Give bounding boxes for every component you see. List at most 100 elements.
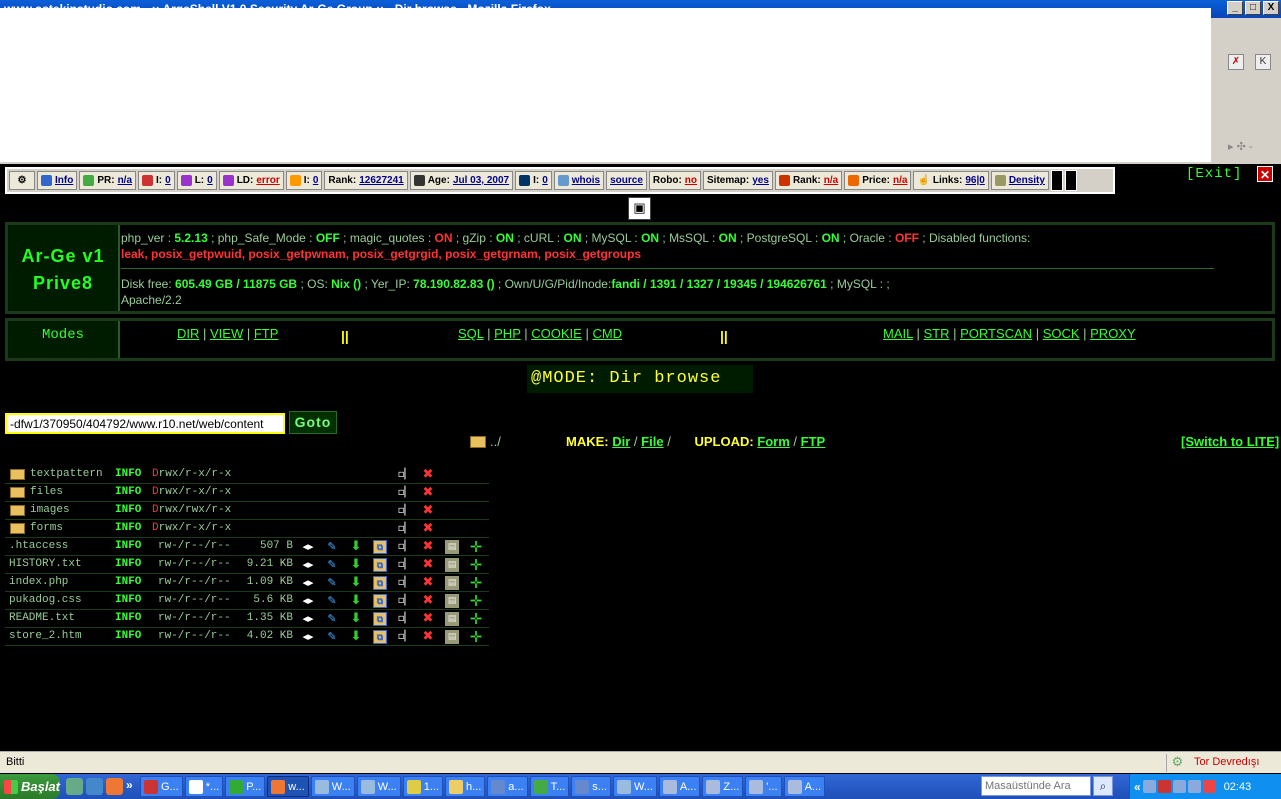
exit-link[interactable]: [Exit]: [1186, 166, 1242, 182]
seo-price[interactable]: Price: n/a: [844, 171, 912, 190]
download-arrow-icon[interactable]: ⬇: [349, 540, 363, 554]
info-link[interactable]: INFO: [115, 486, 141, 498]
minimize-button[interactable]: _: [1227, 1, 1243, 15]
delete-icon[interactable]: ✖: [421, 558, 435, 572]
search-icon[interactable]: ⌕: [1093, 776, 1113, 796]
taskbar-item[interactable]: G...: [140, 776, 183, 797]
file-row[interactable]: index.php INFO rw-/r--/r-- 1.09 KB ◂▸ ✎ …: [5, 574, 489, 592]
quicklaunch-icon[interactable]: [66, 778, 83, 795]
mode-cmd-link[interactable]: CMD: [592, 326, 622, 341]
density-link[interactable]: Density: [1009, 175, 1045, 186]
mode-cookie-link[interactable]: COOKIE: [531, 326, 582, 341]
tor-status[interactable]: Tor Devredışı: [1194, 756, 1259, 768]
upload-form-link[interactable]: Form: [757, 434, 790, 449]
taskbar-item[interactable]: W...: [310, 776, 355, 797]
select-checkbox-icon[interactable]: ▫▏: [397, 558, 413, 572]
view-eye-icon[interactable]: ◂▸: [301, 612, 315, 626]
path-input[interactable]: [5, 413, 285, 434]
view-eye-icon[interactable]: ◂▸: [301, 630, 315, 644]
i3-value[interactable]: 0: [542, 175, 548, 186]
copy-icon[interactable]: ⧉: [373, 612, 387, 626]
file-row[interactable]: README.txt INFO rw-/r--/r-- 1.35 KB ◂▸ ✎…: [5, 610, 489, 628]
quicklaunch-more-icon[interactable]: »: [126, 778, 134, 795]
delete-icon[interactable]: ✖: [421, 630, 435, 644]
move-icon[interactable]: ✛: [469, 630, 483, 645]
clipboard-icon[interactable]: ▤: [445, 594, 459, 608]
clipboard-icon[interactable]: ▤: [445, 612, 459, 626]
desktop-search-input[interactable]: [981, 776, 1091, 796]
select-checkbox-icon[interactable]: ▫▏: [397, 468, 413, 482]
move-icon[interactable]: ✛: [469, 612, 483, 627]
seo-age[interactable]: Age: Jul 03, 2007: [409, 171, 514, 190]
seo-info[interactable]: Info: [37, 171, 78, 190]
seo-i3[interactable]: I: 0: [515, 171, 552, 190]
download-arrow-icon[interactable]: ⬇: [349, 630, 363, 644]
dir-name[interactable]: files: [30, 486, 63, 498]
i2-value[interactable]: 0: [313, 175, 319, 186]
file-name[interactable]: store_2.htm: [9, 630, 82, 642]
mode-str-link[interactable]: STR: [923, 326, 949, 341]
taskbar-item[interactable]: P...: [225, 776, 266, 797]
seo-source[interactable]: source: [606, 171, 647, 190]
quicklaunch-ie-icon[interactable]: [86, 778, 103, 795]
info-link[interactable]: INFO: [115, 576, 141, 588]
addon-icon[interactable]: ✗: [1228, 54, 1244, 70]
download-arrow-icon[interactable]: ⬇: [349, 594, 363, 608]
taskbar-item[interactable]: W...: [612, 776, 657, 797]
taskbar-item[interactable]: *...: [184, 776, 224, 797]
seo-robo[interactable]: Robo: no: [648, 171, 702, 190]
taskbar-item[interactable]: a...: [487, 776, 528, 797]
copy-icon[interactable]: ⧉: [373, 558, 387, 572]
whois-link[interactable]: whois: [572, 175, 600, 186]
file-name[interactable]: README.txt: [9, 612, 75, 624]
security-icon[interactable]: [1202, 780, 1216, 793]
select-checkbox-icon[interactable]: ▫▏: [397, 486, 413, 500]
mode-portscan-link[interactable]: PORTSCAN: [960, 326, 1032, 341]
copy-icon[interactable]: ⧉: [373, 540, 387, 554]
l-value[interactable]: 0: [207, 175, 213, 186]
rank-value[interactable]: 12627241: [359, 175, 404, 186]
rank2-value[interactable]: n/a: [824, 175, 838, 186]
delete-icon[interactable]: ✖: [421, 540, 435, 554]
tray-app-icon[interactable]: [1157, 780, 1171, 793]
edit-pencil-icon[interactable]: ✎: [325, 576, 339, 590]
copy-icon[interactable]: ⧉: [373, 594, 387, 608]
clipboard-icon[interactable]: ▤: [445, 576, 459, 590]
ld-value[interactable]: error: [256, 175, 279, 186]
delete-icon[interactable]: ✖: [421, 576, 435, 590]
seo-sitemap[interactable]: Sitemap: yes: [703, 171, 773, 190]
taskbar-item[interactable]: s...: [571, 776, 611, 797]
seo-whois[interactable]: whois: [553, 171, 605, 190]
tray-expand-icon[interactable]: «: [1134, 780, 1141, 794]
edit-pencil-icon[interactable]: ✎: [325, 558, 339, 572]
make-file-link[interactable]: File: [641, 434, 663, 449]
mode-dir-link[interactable]: DIR: [177, 326, 199, 341]
move-icon[interactable]: ✛: [469, 540, 483, 555]
mode-proxy-link[interactable]: PROXY: [1090, 326, 1136, 341]
download-arrow-icon[interactable]: ⬇: [349, 576, 363, 590]
network-icon[interactable]: [1142, 780, 1156, 793]
start-button[interactable]: Başlat: [0, 774, 60, 799]
taskbar-item[interactable]: T...: [529, 776, 570, 797]
dir-name[interactable]: textpattern: [30, 468, 103, 480]
updir-link[interactable]: ../: [470, 434, 501, 449]
taskbar-item[interactable]: A...: [783, 776, 826, 797]
file-name[interactable]: index.php: [9, 576, 68, 588]
delete-icon[interactable]: ✖: [421, 612, 435, 626]
copy-icon[interactable]: ⧉: [373, 576, 387, 590]
delete-icon[interactable]: ✖: [421, 504, 435, 518]
info-link[interactable]: INFO: [115, 612, 141, 624]
select-checkbox-icon[interactable]: ▫▏: [397, 630, 413, 644]
taskbar-item[interactable]: '...: [745, 776, 782, 797]
info-link[interactable]: Info: [55, 175, 73, 186]
select-checkbox-icon[interactable]: ▫▏: [397, 504, 413, 518]
download-arrow-icon[interactable]: ⬇: [349, 612, 363, 626]
close-button[interactable]: X: [1263, 1, 1279, 15]
network-icon[interactable]: [1187, 780, 1201, 793]
select-checkbox-icon[interactable]: ▫▏: [397, 576, 413, 590]
seo-ld[interactable]: LD: error: [218, 171, 284, 190]
seo-pr[interactable]: PR: n/a: [79, 171, 137, 190]
pr-value[interactable]: n/a: [118, 175, 132, 186]
dir-row[interactable]: forms INFO Drwx/r-x/r-x ▫▏ ✖: [5, 520, 489, 538]
source-link[interactable]: source: [610, 175, 643, 186]
